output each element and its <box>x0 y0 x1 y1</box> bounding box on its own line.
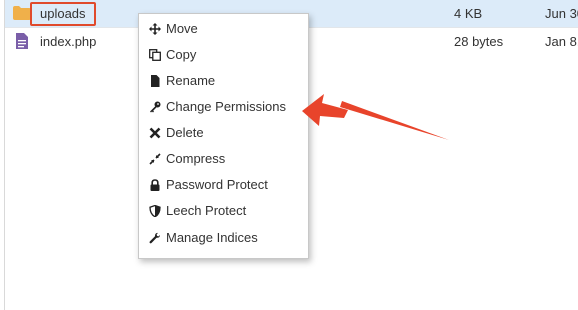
annotation-arrow <box>302 94 449 140</box>
